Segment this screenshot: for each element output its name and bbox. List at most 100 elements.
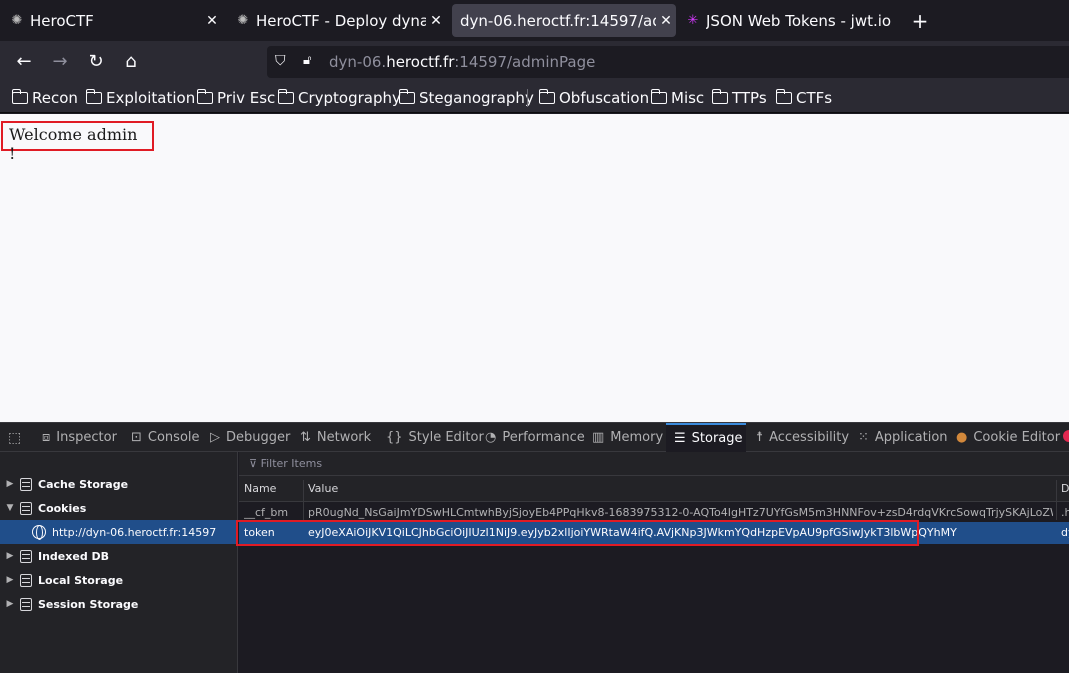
- braces-icon: {}: [386, 430, 403, 445]
- insecure-lock-icon[interactable]: 🔓︎: [303, 53, 311, 68]
- tab-label: Performance: [502, 430, 585, 445]
- column-value[interactable]: Value: [308, 482, 338, 495]
- error-indicator-icon[interactable]: [1063, 430, 1069, 442]
- grid-icon: ⁙: [858, 430, 869, 445]
- reload-button[interactable]: ↻: [84, 50, 108, 74]
- tab-label: Memory: [610, 430, 664, 445]
- shield-icon[interactable]: ⛉: [275, 53, 286, 69]
- collapse-icon[interactable]: ▼: [4, 503, 16, 513]
- tab-label: Cookie Editor: [973, 430, 1061, 445]
- tree-cache-storage[interactable]: ▶ Cache Storage: [0, 472, 238, 496]
- cookie-value: pR0ugNd_NsGaiJmYDSwHLCmtwhByjSjoyEb4PPqH…: [308, 506, 1053, 519]
- tab-accessibility[interactable]: ☨ Accessibility: [756, 423, 849, 452]
- debugger-icon: ▷: [210, 430, 220, 445]
- tab-jwt-io[interactable]: ✳ JSON Web Tokens - jwt.io: [676, 4, 896, 37]
- filter-icon: ⊽: [249, 457, 261, 470]
- tree-indexed-db[interactable]: ▶ Indexed DB: [0, 544, 238, 568]
- tab-memory[interactable]: ▥ Memory: [592, 423, 663, 452]
- cookie-domain: .h: [1061, 506, 1069, 519]
- filter-input[interactable]: ⊽ Filter Items: [239, 452, 1069, 476]
- tree-cookie-origin[interactable]: http://dyn-06.heroctf.fr:14597: [0, 520, 238, 544]
- tab-style-editor[interactable]: {} Style Editor: [386, 423, 484, 452]
- url-text: dyn-06.heroctf.fr:14597/adminPage: [329, 53, 595, 71]
- tree-session-storage[interactable]: ▶ Session Storage: [0, 592, 238, 616]
- tree-label: http://dyn-06.heroctf.fr:14597: [52, 525, 217, 539]
- column-domain[interactable]: D: [1061, 482, 1069, 495]
- cookie-table: ⊽ Filter Items Name Value D __cf_bm pR0u…: [239, 452, 1069, 673]
- tab-bar: ✺ HeroCTF ✕ ✺ HeroCTF - Deploy dynami ✕ …: [0, 0, 1069, 41]
- tab-label: Accessibility: [769, 430, 850, 445]
- new-tab-button[interactable]: +: [908, 9, 932, 33]
- bookmark-label: Obfuscation: [559, 89, 650, 107]
- bookmark-label: Exploitation: [106, 89, 196, 107]
- tree-label: Cache Storage: [38, 477, 129, 491]
- tab-label: Storage: [691, 431, 743, 446]
- tab-performance[interactable]: ◔ Performance: [485, 423, 585, 452]
- bookmark-exploitation[interactable]: Exploitation: [85, 88, 196, 108]
- element-picker-button[interactable]: ⬚: [8, 423, 27, 452]
- tab-heroctf[interactable]: ✺ HeroCTF ✕: [0, 4, 222, 37]
- gauge-icon: ◔: [485, 430, 497, 445]
- folder-icon: [277, 89, 294, 104]
- storage-tree: ▶ Cache Storage ▼ Cookies http://dyn-06.he…: [0, 452, 238, 673]
- bookmark-ctfs[interactable]: CTFs: [775, 88, 833, 108]
- tree-cookies[interactable]: ▼ Cookies: [0, 496, 238, 520]
- hero-icon: ✺: [11, 12, 23, 28]
- bookmark-priv-esc[interactable]: Priv Esc: [196, 88, 276, 108]
- tab-storage[interactable]: ☰ Storage: [666, 423, 746, 452]
- tab-network[interactable]: ⇅ Network: [300, 423, 371, 452]
- bookmark-recon[interactable]: Recon: [11, 88, 78, 108]
- tab-inspector[interactable]: ⧈ Inspector: [42, 423, 117, 452]
- cookie-name: __cf_bm: [244, 506, 289, 519]
- jwt-icon: ✳: [687, 12, 699, 28]
- tab-label: Style Editor: [408, 430, 484, 445]
- bookmark-label: Priv Esc: [217, 89, 276, 107]
- storage-icon: ☰: [674, 431, 686, 446]
- tab-label: Console: [147, 430, 200, 445]
- database-icon: [20, 597, 32, 611]
- url-prefix: dyn-06.: [329, 53, 387, 71]
- bookmark-label: Cryptography: [298, 89, 401, 107]
- tab-cookie-editor[interactable]: ● Cookie Editor: [956, 423, 1060, 452]
- close-icon[interactable]: ✕: [656, 13, 676, 29]
- globe-icon: [32, 525, 46, 540]
- tab-heroctf-deploy[interactable]: ✺ HeroCTF - Deploy dynami ✕: [226, 4, 446, 37]
- token-highlight: [236, 520, 919, 546]
- inspector-icon: ⧈: [42, 430, 51, 445]
- column-name[interactable]: Name: [244, 482, 276, 495]
- bookmark-obfuscation[interactable]: Obfuscation: [538, 88, 650, 108]
- url-bar[interactable]: ⛉ 🔓︎ dyn-06.heroctf.fr:14597/adminPage: [267, 46, 1069, 78]
- expand-icon[interactable]: ▶: [4, 479, 16, 489]
- tab-console[interactable]: ⊡ Console: [131, 423, 200, 452]
- tab-debugger[interactable]: ▷ Debugger: [210, 423, 290, 452]
- close-icon[interactable]: ✕: [202, 13, 222, 29]
- bookmark-steganography[interactable]: Steganography: [398, 88, 534, 108]
- bookmark-misc[interactable]: Misc: [650, 88, 704, 108]
- tree-local-storage[interactable]: ▶ Local Storage: [0, 568, 238, 592]
- hero-icon: ✺: [237, 12, 249, 28]
- close-icon[interactable]: ✕: [426, 13, 446, 29]
- picker-icon: ⬚: [8, 429, 22, 446]
- welcome-message: Welcome admin !: [1, 121, 154, 163]
- bookmark-label: Recon: [32, 89, 78, 107]
- bookmark-label: Steganography: [419, 89, 534, 107]
- page-content: Welcome admin !: [0, 114, 1069, 422]
- bookmark-separator: [527, 89, 528, 107]
- forward-button[interactable]: →: [48, 50, 72, 74]
- cookie-domain: dy: [1061, 526, 1069, 539]
- bookmark-cryptography[interactable]: Cryptography: [277, 88, 401, 108]
- tab-admin-page[interactable]: dyn-06.heroctf.fr:14597/adm ✕: [452, 4, 676, 37]
- tab-title: JSON Web Tokens - jwt.io: [706, 11, 892, 30]
- folder-icon: [650, 89, 667, 104]
- expand-icon[interactable]: ▶: [4, 575, 16, 585]
- bookmark-ttps[interactable]: TTPs: [711, 88, 767, 108]
- tab-application[interactable]: ⁙ Application: [858, 423, 948, 452]
- expand-icon[interactable]: ▶: [4, 599, 16, 609]
- back-button[interactable]: ←: [12, 50, 36, 74]
- database-icon: [20, 477, 32, 491]
- expand-icon[interactable]: ▶: [4, 551, 16, 561]
- bookmark-label: TTPs: [732, 89, 767, 107]
- tree-label: Cookies: [38, 501, 87, 515]
- home-button[interactable]: ⌂: [119, 50, 143, 74]
- bookmark-label: CTFs: [796, 89, 833, 107]
